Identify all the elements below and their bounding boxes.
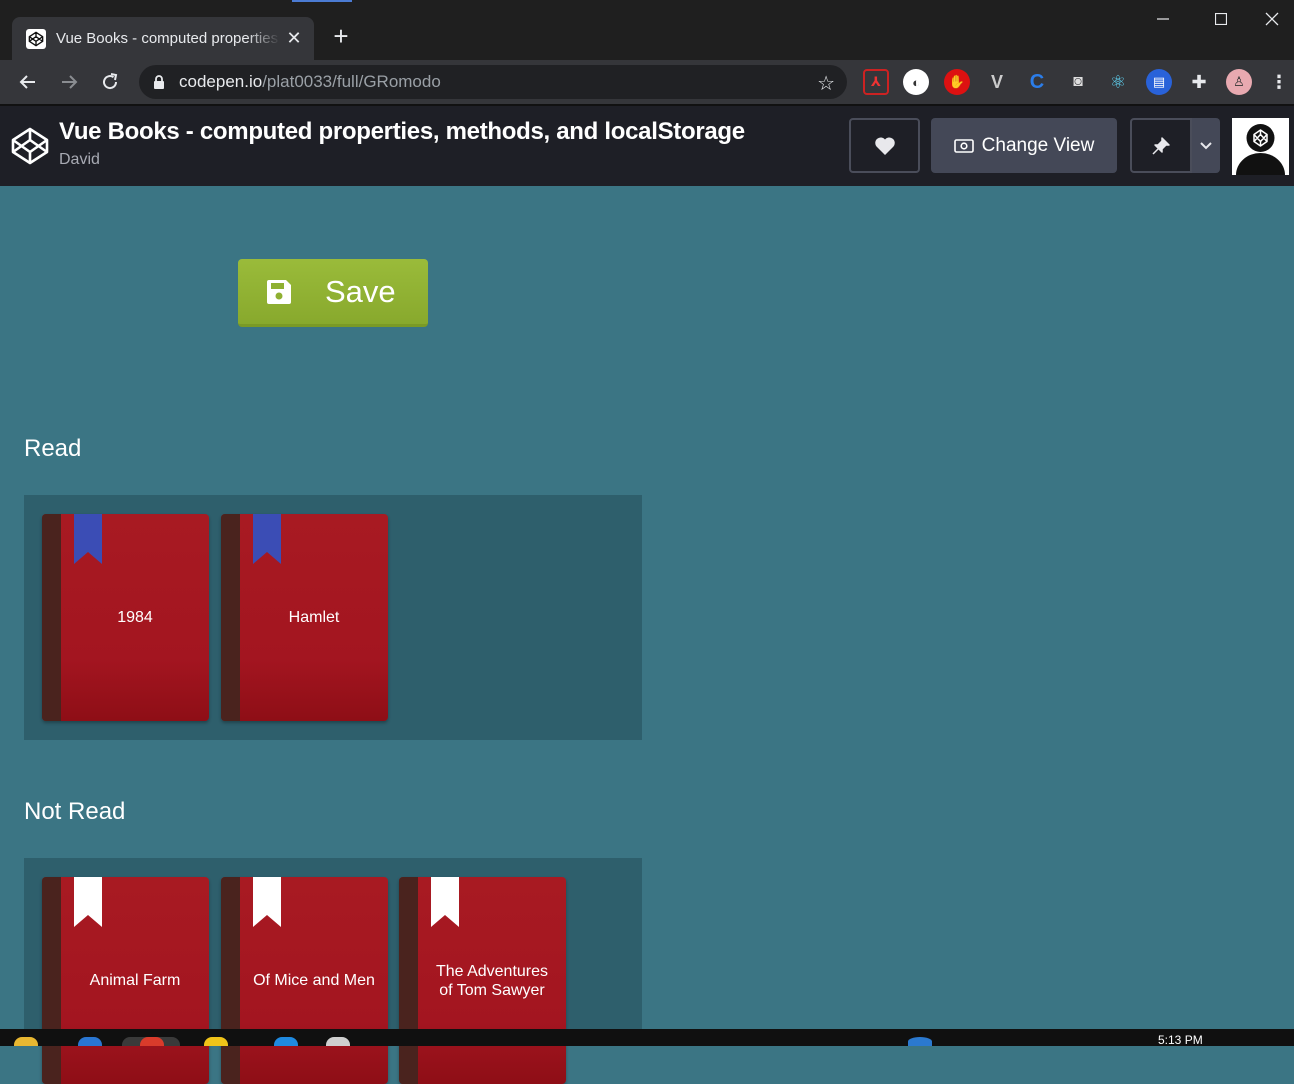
book-title: 1984	[117, 609, 153, 626]
arrow-left-icon	[19, 75, 35, 89]
taskbar-clock[interactable]: 5:13 PM	[1158, 1033, 1203, 1047]
bookmark-star-icon[interactable]: ☆	[817, 71, 835, 96]
lock-icon	[153, 74, 165, 90]
user-avatar-icon	[1232, 118, 1289, 175]
vue-devtools-extension-icon[interactable]: V	[984, 69, 1010, 95]
reload-button[interactable]	[96, 68, 124, 96]
heart-icon	[874, 136, 895, 155]
pen-title: Vue Books - computed properties, methods…	[59, 118, 745, 145]
extensions-puzzle-icon[interactable]: ✚	[1186, 69, 1212, 95]
book-title: Hamlet	[288, 609, 340, 626]
tab-strip-indicator	[292, 0, 352, 2]
browser-menu-icon[interactable]: ⋮	[1266, 69, 1292, 95]
book-card[interactable]: The Adventures of Tom Sawyer	[399, 877, 566, 1084]
pin-icon	[1152, 136, 1170, 155]
book-card[interactable]: Hamlet	[221, 514, 388, 721]
browser-tab-active[interactable]: Vue Books - computed properties, methods…	[12, 17, 314, 60]
save-button[interactable]: Save	[238, 259, 428, 327]
pen-author[interactable]: David	[59, 151, 100, 169]
url-path: /plat0033/full/GRomodo	[262, 72, 441, 91]
codepen-header: Vue Books - computed properties, methods…	[0, 106, 1294, 186]
change-view-label: Change View	[981, 134, 1095, 156]
camera-extension-icon[interactable]: ◙	[1065, 69, 1091, 95]
tab-close-icon[interactable]: ✕	[284, 28, 304, 49]
save-button-label: Save	[325, 273, 396, 309]
arrow-right-icon	[62, 75, 78, 89]
forward-button[interactable]	[55, 68, 83, 96]
tab-title: Vue Books - computed properties, methods…	[56, 30, 280, 47]
browser-toolbar: codepen.io/plat0033/full/GRomodo ☆ ⅄ ◐ ✋…	[0, 60, 1294, 104]
reload-icon	[103, 73, 118, 90]
window-close-button[interactable]	[1250, 0, 1294, 38]
chat-extension-icon[interactable]: ◐	[903, 69, 929, 95]
book-spine	[42, 877, 61, 1084]
pin-button[interactable]	[1130, 118, 1192, 173]
book-title: The Adventures of Tom Sawyer	[435, 962, 549, 999]
new-tab-button[interactable]: +	[326, 22, 356, 52]
stop-hand-extension-icon[interactable]: ✋	[944, 69, 970, 95]
chevron-down-icon	[1200, 141, 1212, 149]
address-bar[interactable]: codepen.io/plat0033/full/GRomodo ☆	[139, 65, 847, 99]
eye-icon	[953, 138, 974, 154]
c-extension-icon[interactable]: C	[1024, 69, 1050, 95]
url-host: codepen.io	[179, 72, 263, 91]
read-shelf: 1984 Hamlet	[24, 495, 642, 740]
change-view-button[interactable]: Change View	[931, 118, 1117, 173]
not-read-section-heading: Not Read	[24, 798, 126, 825]
tray-app-icon[interactable]	[908, 1037, 932, 1046]
floppy-disk-icon	[265, 278, 293, 306]
book-card[interactable]: Animal Farm	[42, 877, 209, 1084]
not-read-shelf: Animal Farm Of Mice and Men The Adventur…	[24, 858, 642, 1084]
codepen-logo-icon[interactable]	[10, 126, 50, 166]
window-maximize-button[interactable]	[1192, 0, 1250, 38]
book-spine	[221, 514, 240, 721]
back-button[interactable]	[14, 68, 42, 96]
book-spine	[399, 877, 418, 1084]
book-card[interactable]: Of Mice and Men	[221, 877, 388, 1084]
vscode-icon[interactable]	[274, 1037, 298, 1046]
sticky-notes-icon[interactable]	[204, 1037, 228, 1046]
codepen-favicon-icon	[26, 28, 46, 49]
notepad-icon[interactable]	[326, 1037, 350, 1046]
chrome-icon	[140, 1037, 164, 1046]
book-card[interactable]: 1984	[42, 514, 209, 721]
file-explorer-icon[interactable]	[14, 1037, 38, 1046]
user-avatar[interactable]	[1232, 118, 1289, 175]
pdf-extension-icon[interactable]: ⅄	[863, 69, 889, 95]
os-taskbar: 5:13 PM	[0, 1029, 1294, 1047]
doc-extension-icon[interactable]: ▤	[1146, 69, 1172, 95]
book-spine	[42, 514, 61, 721]
book-title: Animal Farm	[89, 972, 181, 989]
book-title: Of Mice and Men	[253, 972, 375, 989]
book-spine	[221, 877, 240, 1084]
window-minimize-button[interactable]	[1134, 0, 1192, 38]
profile-avatar-icon[interactable]: ♙	[1226, 69, 1252, 95]
like-button[interactable]	[849, 118, 920, 173]
edge-icon[interactable]	[78, 1037, 102, 1046]
pin-dropdown-button[interactable]	[1192, 118, 1220, 173]
read-section-heading: Read	[24, 435, 82, 462]
react-devtools-extension-icon[interactable]: ⚛	[1105, 69, 1131, 95]
browser-titlebar: Vue Books - computed properties, methods…	[0, 0, 1294, 60]
